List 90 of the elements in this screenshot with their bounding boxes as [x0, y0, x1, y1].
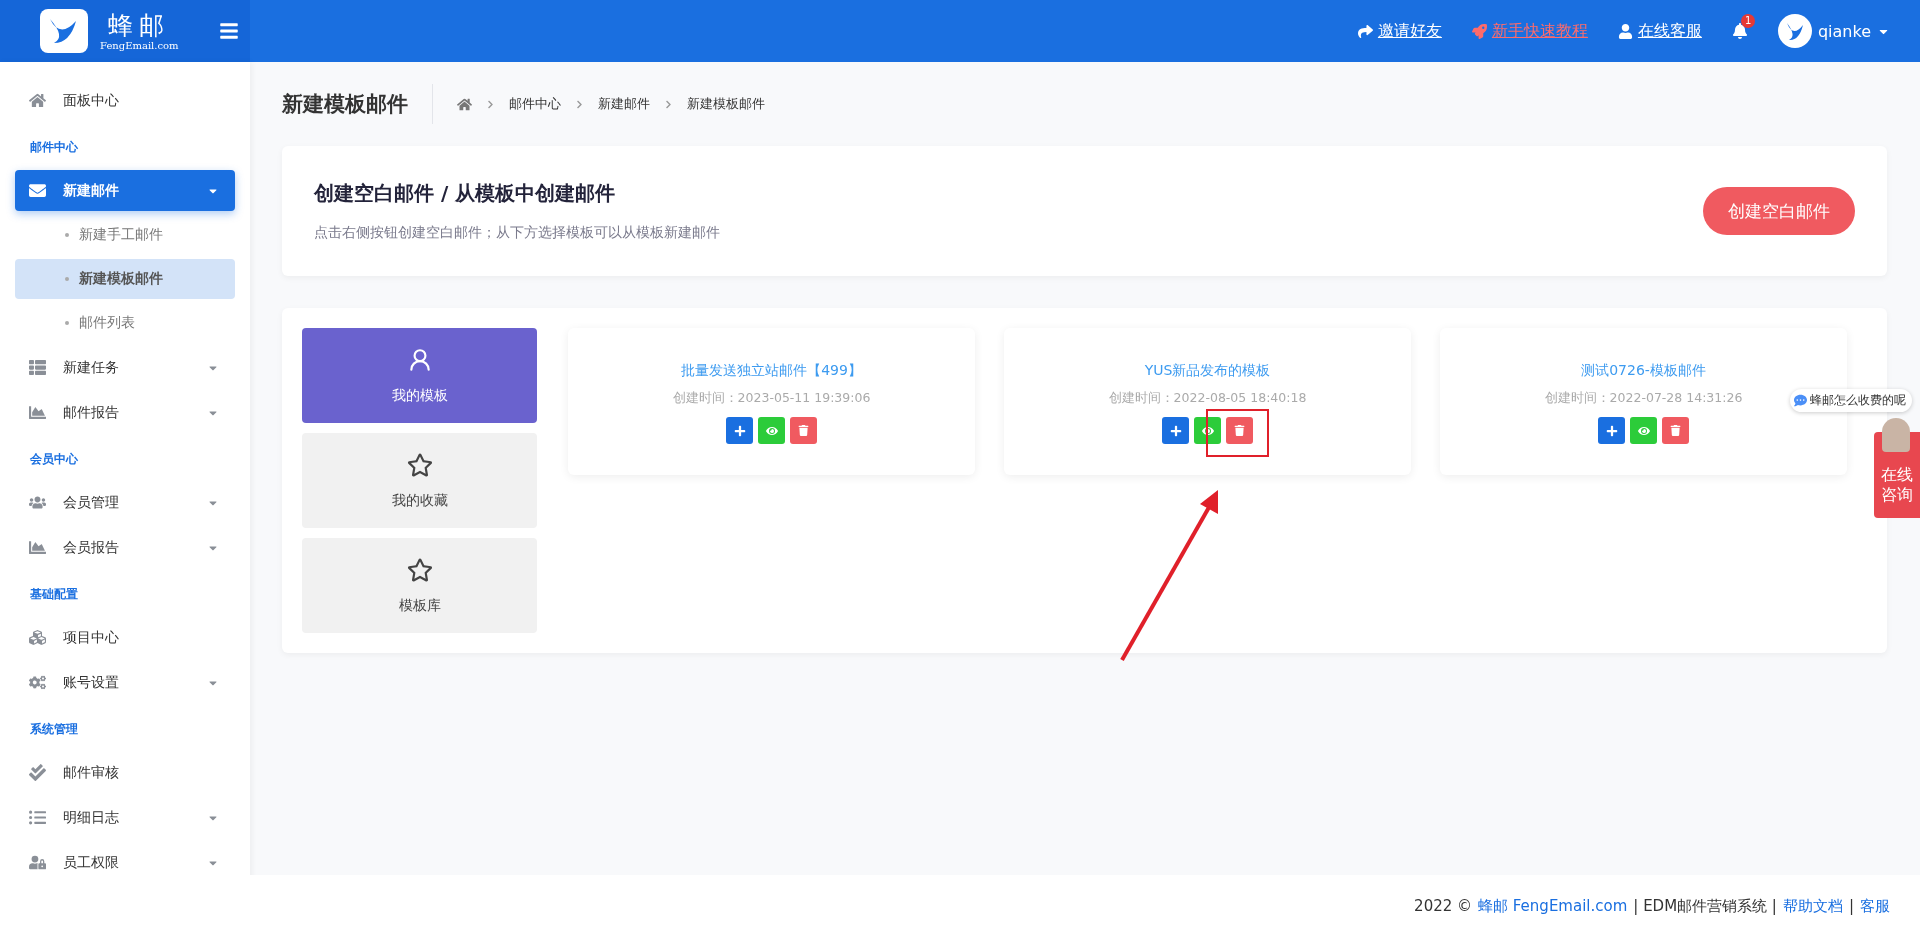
- template-tab[interactable]: 我的收藏: [302, 433, 537, 528]
- chat-bubble[interactable]: 蜂邮怎么收费的呢: [1790, 389, 1912, 412]
- sidebar-item[interactable]: 员工权限: [15, 842, 235, 883]
- trash-icon: [1234, 425, 1245, 436]
- avatar-icon: [1777, 14, 1812, 48]
- chevron-icon: [664, 99, 673, 109]
- user-menu[interactable]: qianke: [1777, 14, 1890, 48]
- intro-title: 创建空白邮件 / 从模板中创建邮件: [314, 180, 617, 207]
- sidebar-heading: 系统管理: [29, 721, 79, 738]
- bell-icon[interactable]: [1731, 23, 1748, 39]
- cubes-icon: [29, 629, 46, 646]
- sidebar-item[interactable]: 项目中心: [15, 617, 235, 658]
- delete-button[interactable]: [1226, 417, 1253, 444]
- footer-link[interactable]: 蜂邮 FengEmail.com: [1478, 896, 1628, 916]
- footer-text: |: [1848, 897, 1854, 915]
- sidebar-item[interactable]: 新建任务: [15, 347, 235, 388]
- preview-button[interactable]: [1194, 417, 1221, 444]
- trash-icon: [1670, 425, 1681, 436]
- notification-badge: 1: [1740, 14, 1756, 28]
- template-tab[interactable]: 模板库: [302, 538, 537, 633]
- menu-icon[interactable]: [218, 21, 239, 41]
- logo-title: 蜂邮: [108, 11, 171, 40]
- users-icon: [29, 494, 46, 511]
- breadcrumb-link[interactable]: 新建邮件: [598, 95, 650, 113]
- plus-icon: [1605, 424, 1618, 437]
- sidebar-subitem[interactable]: 邮件列表: [15, 303, 235, 343]
- gears-icon: [29, 674, 46, 691]
- plus-icon: [733, 424, 746, 437]
- eye-icon: [1637, 424, 1650, 437]
- sidebar-item[interactable]: 邮件报告: [15, 392, 235, 433]
- sidebar-item[interactable]: 会员报告: [15, 527, 235, 568]
- trash-icon: [798, 425, 809, 436]
- breadcrumb-link[interactable]: 新建模板邮件: [687, 95, 765, 113]
- chat-icon: [1794, 394, 1807, 407]
- user-icon: [1617, 23, 1633, 39]
- header-link[interactable]: 邀请好友: [1357, 20, 1442, 42]
- double-check-icon: [29, 764, 46, 781]
- delete-button[interactable]: [1662, 417, 1689, 444]
- created-time: 创建时间：2023-05-11 19:39:06: [672, 390, 871, 407]
- sidebar-item[interactable]: 账号设置: [15, 662, 235, 703]
- user-lock-icon: [29, 854, 46, 871]
- sidebar-item[interactable]: 邮件审核: [15, 752, 235, 793]
- create-blank-button[interactable]: 创建空白邮件: [1703, 187, 1855, 235]
- footer-text: | EDM邮件营销系统 |: [1633, 896, 1777, 916]
- list-icon: [29, 809, 46, 826]
- add-button[interactable]: [726, 417, 753, 444]
- list-icon: [29, 359, 46, 376]
- eye-icon: [765, 424, 778, 437]
- home-icon[interactable]: [457, 96, 472, 112]
- star-icon: [406, 556, 433, 583]
- sidebar-subitem[interactable]: 新建模板邮件: [15, 259, 235, 299]
- sidebar-subitem[interactable]: 新建手工邮件: [15, 215, 235, 255]
- footer-text: 2022 ©: [1414, 897, 1473, 915]
- bird-logo-icon: [40, 9, 88, 53]
- template-tab[interactable]: 我的模板: [302, 328, 537, 423]
- header-link[interactable]: 在线客服: [1617, 20, 1702, 42]
- eye-icon: [1201, 424, 1214, 437]
- add-button[interactable]: [1598, 417, 1625, 444]
- sidebar-item[interactable]: 明细日志: [15, 797, 235, 838]
- home-icon: [29, 92, 46, 109]
- logo-subtitle: FengEmail.com: [100, 39, 179, 51]
- created-time: 创建时间：2022-08-05 18:40:18: [1108, 390, 1307, 407]
- add-button[interactable]: [1162, 417, 1189, 444]
- breadcrumb-link[interactable]: 邮件中心: [509, 95, 561, 113]
- chat-bubble-text: 蜂邮怎么收费的呢: [1810, 392, 1906, 409]
- area-chart-icon: [29, 404, 46, 421]
- share-icon: [1357, 23, 1373, 39]
- created-time: 创建时间：2022-07-28 14:31:26: [1544, 390, 1743, 407]
- plus-icon: [1169, 424, 1182, 437]
- sidebar-heading: 基础配置: [29, 586, 79, 603]
- sidebar-item[interactable]: 新建邮件: [15, 170, 235, 211]
- envelope-icon: [29, 182, 46, 199]
- rocket-icon: [1471, 23, 1487, 39]
- template-name[interactable]: 测试0726-模板邮件: [1581, 362, 1706, 380]
- chevron-icon: [486, 99, 495, 109]
- sidebar-heading: 会员中心: [29, 451, 79, 468]
- delete-button[interactable]: [790, 417, 817, 444]
- area-chart-icon: [29, 539, 46, 556]
- template-name[interactable]: YUS新品发布的模板: [1144, 362, 1271, 380]
- avatar-placeholder: [1882, 418, 1910, 452]
- template-name[interactable]: 批量发送独立站邮件【499】: [681, 362, 862, 380]
- footer-link[interactable]: 客服: [1860, 896, 1890, 916]
- sidebar-item[interactable]: 面板中心: [15, 80, 235, 121]
- footer-link[interactable]: 帮助文档: [1782, 896, 1843, 916]
- intro-description: 点击右侧按钮创建空白邮件；从下方选择模板可以从模板新建邮件: [314, 224, 720, 242]
- sidebar-heading: 邮件中心: [29, 139, 79, 156]
- star-icon: [406, 451, 433, 478]
- sidebar-item[interactable]: 会员管理: [15, 482, 235, 523]
- page-title: 新建模板邮件: [282, 84, 433, 124]
- chevron-icon: [575, 99, 584, 109]
